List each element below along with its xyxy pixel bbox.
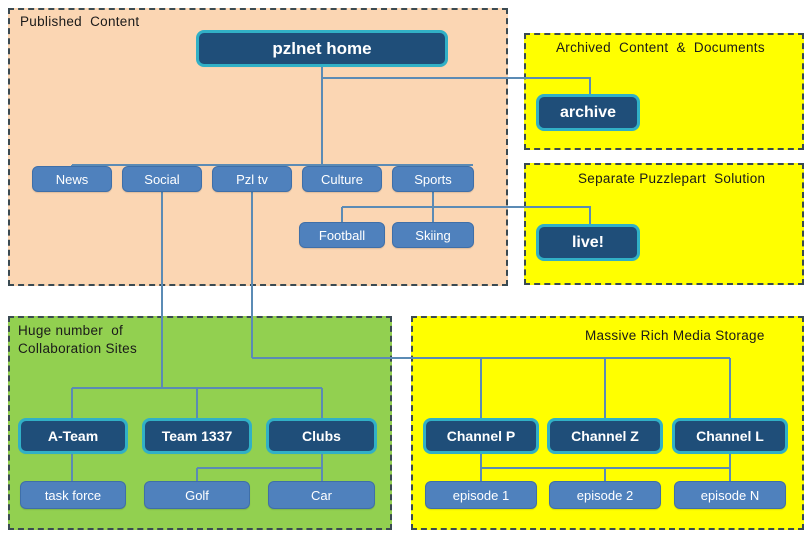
node-episode-2[interactable]: episode 2: [549, 481, 661, 509]
node-culture[interactable]: Culture: [302, 166, 382, 192]
zone-published-content-label: Published Content: [20, 14, 140, 29]
node-channel-p[interactable]: Channel P: [424, 419, 538, 453]
zone-separate-solution-label: Separate Puzzlepart Solution: [578, 171, 766, 186]
node-a-team[interactable]: A-Team: [19, 419, 127, 453]
diagram-canvas: Published Content Archived Content & Doc…: [0, 0, 806, 537]
node-task-force[interactable]: task force: [20, 481, 126, 509]
node-sports[interactable]: Sports: [392, 166, 474, 192]
node-episode-1[interactable]: episode 1: [425, 481, 537, 509]
node-golf[interactable]: Golf: [144, 481, 250, 509]
node-channel-z[interactable]: Channel Z: [548, 419, 662, 453]
node-live[interactable]: live!: [537, 225, 639, 260]
node-pzl-tv[interactable]: Pzl tv: [212, 166, 292, 192]
node-football[interactable]: Football: [299, 222, 385, 248]
node-social[interactable]: Social: [122, 166, 202, 192]
node-channel-l[interactable]: Channel L: [673, 419, 787, 453]
node-car[interactable]: Car: [268, 481, 375, 509]
node-news[interactable]: News: [32, 166, 112, 192]
zone-collaboration-sites-label: Huge number of Collaboration Sites: [18, 323, 138, 357]
node-skiing[interactable]: Skiing: [392, 222, 474, 248]
node-team-1337[interactable]: Team 1337: [143, 419, 251, 453]
node-archive[interactable]: archive: [537, 95, 639, 130]
node-pzlnet-home[interactable]: pzlnet home: [197, 31, 447, 66]
zone-media-storage-label: Massive Rich Media Storage: [585, 328, 765, 343]
node-clubs[interactable]: Clubs: [267, 419, 376, 453]
zone-archived-content-label: Archived Content & Documents: [556, 40, 765, 55]
node-episode-n[interactable]: episode N: [674, 481, 786, 509]
